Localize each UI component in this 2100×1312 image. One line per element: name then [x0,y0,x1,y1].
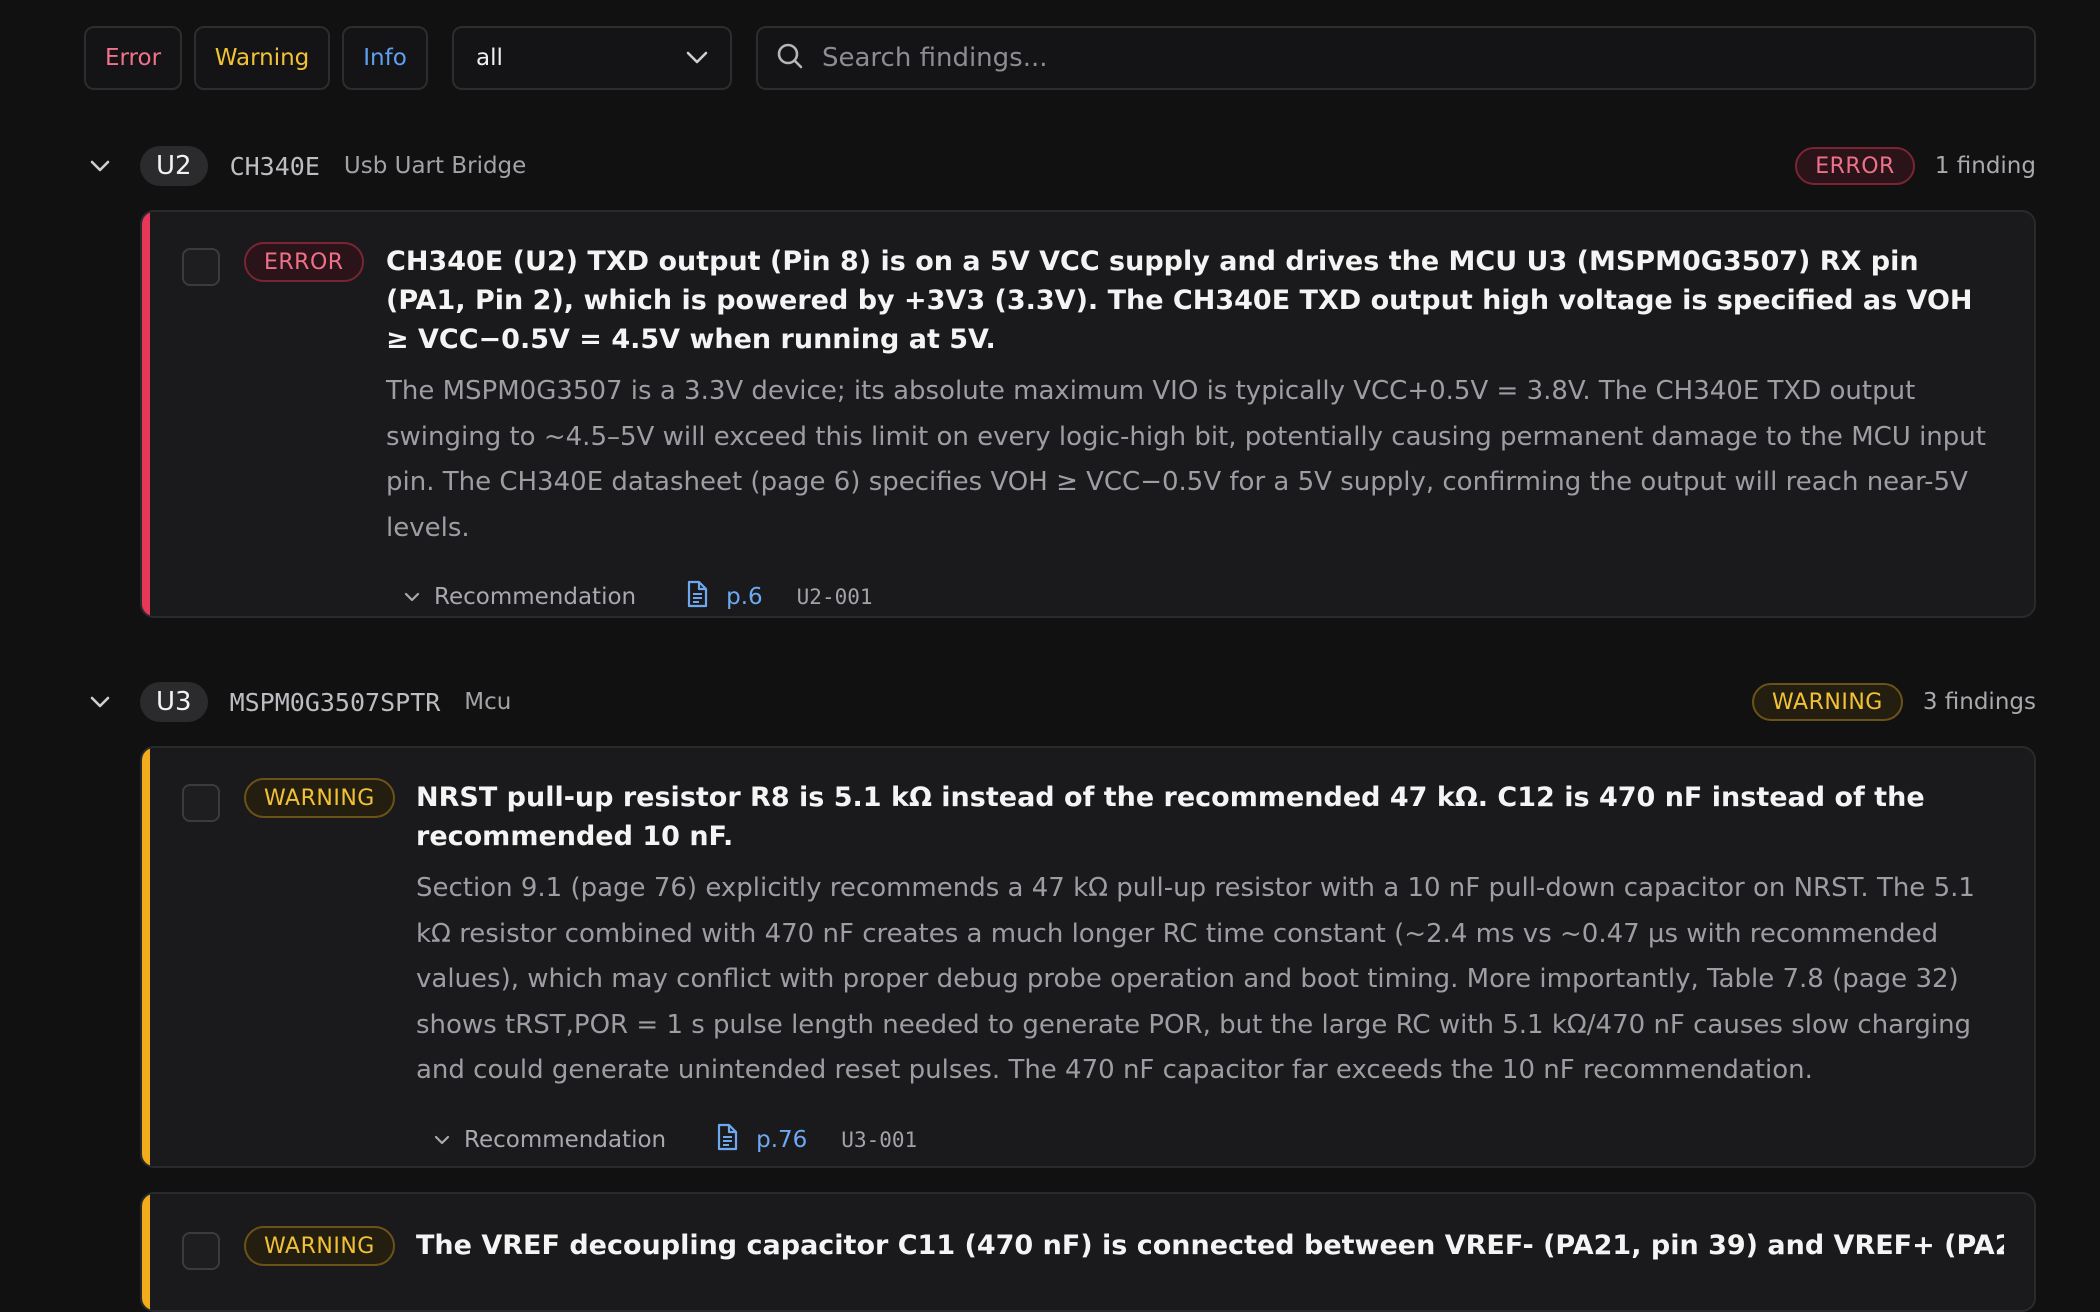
part-number: MSPM0G3507SPTR [229,687,441,717]
page-reference: p.76 [756,1126,808,1153]
finding-description: The MSPM0G3507 is a 3.3V device; its abs… [386,376,1986,543]
search-icon [776,42,804,74]
severity-stripe [142,1194,150,1310]
datasheet-page-link[interactable]: p.6 [686,580,763,614]
document-icon [716,1123,756,1157]
recommendation-toggle[interactable]: Recommendation [434,1127,666,1153]
severity-badge: WARNING [1751,683,1903,721]
filter-info-button[interactable]: Info [342,26,428,90]
scope-select-value: all [476,45,503,71]
finding-card: WARNING The VREF decoupling capacitor C1… [140,1192,2036,1312]
datasheet-page-link[interactable]: p.76 [716,1123,807,1157]
finding-id: U3-001 [841,1127,918,1152]
severity-stripe [142,748,150,1166]
severity-badge: ERROR [1795,147,1915,185]
part-kind: Mcu [464,689,512,715]
group-header-u3[interactable]: U3 MSPM0G3507SPTR Mcu WARNING 3 findings [84,680,2036,724]
finding-footer: Recommendation p.76 U3-001 [416,1122,2004,1158]
filter-toolbar: Error Warning Info all [84,26,2036,90]
ref-designator-badge: U2 [140,146,208,186]
finding-card: ERROR CH340E (U2) TXD output (Pin 8) is … [140,210,2036,618]
document-icon [686,580,726,614]
group-header-u2[interactable]: U2 CH340E Usb Uart Bridge ERROR 1 findin… [84,144,2036,188]
finding-checkbox[interactable] [182,784,220,822]
recommendation-label: Recommendation [464,1126,667,1153]
finding-footer: Recommendation p.6 U2-001 [386,579,2004,615]
finding-title: The VREF decoupling capacitor C11 (470 n… [416,1230,2004,1261]
search-box[interactable] [756,26,2036,90]
severity-stripe [142,212,150,616]
chevron-down-icon[interactable] [84,686,116,718]
scope-select[interactable]: all [452,26,732,90]
finding-count: 1 finding [1934,153,2036,179]
finding-count: 3 findings [1922,689,2036,715]
part-kind: Usb Uart Bridge [343,153,527,179]
filter-warning-button[interactable]: Warning [194,26,330,90]
recommendation-label: Recommendation [434,584,637,610]
page-reference: p.6 [726,584,763,610]
finding-title: CH340E (U2) TXD output (Pin 8) is on a 5… [386,246,1973,355]
chevron-down-icon[interactable] [84,150,116,182]
chevron-down-icon [686,45,708,71]
severity-badge: ERROR [244,242,364,282]
part-number: CH340E [229,151,320,181]
filter-error-button[interactable]: Error [84,26,182,90]
finding-body: The VREF decoupling capacitor C11 (470 n… [416,1226,2004,1265]
ref-designator-badge: U3 [140,682,208,722]
finding-id: U2-001 [796,585,873,609]
finding-checkbox[interactable] [182,248,220,286]
recommendation-toggle[interactable]: Recommendation [404,584,636,610]
severity-badge: WARNING [244,1226,395,1266]
search-input[interactable] [820,42,2016,74]
finding-checkbox[interactable] [182,1232,220,1270]
chevron-down-icon [434,1135,450,1145]
finding-body: CH340E (U2) TXD output (Pin 8) is on a 5… [386,242,2004,615]
finding-title: NRST pull-up resistor R8 is 5.1 kΩ inste… [416,782,1925,852]
chevron-down-icon [404,592,420,602]
finding-body: NRST pull-up resistor R8 is 5.1 kΩ inste… [416,778,2004,1158]
finding-description: Section 9.1 (page 76) explicitly recomme… [416,873,1975,1085]
finding-card: WARNING NRST pull-up resistor R8 is 5.1 … [140,746,2036,1168]
severity-badge: WARNING [244,778,395,818]
